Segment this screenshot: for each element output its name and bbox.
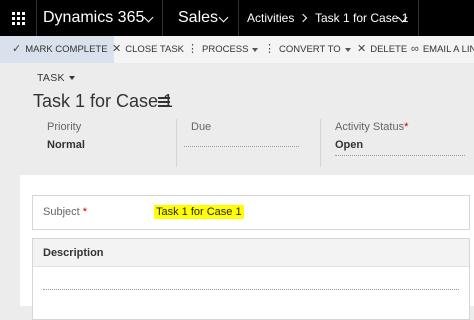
chevron-down-icon[interactable] [218,12,229,23]
subject-label: Subject * [43,206,87,218]
description-section: Description [32,238,470,320]
subject-field[interactable]: Task 1 for Case 1 [154,205,244,219]
priority-label: Priority [47,121,82,133]
close-task-button[interactable]: ✕ CLOSE TASK [112,36,184,63]
status-underline [335,155,465,156]
link-icon: ∞ [411,43,419,55]
delete-button[interactable]: ✕ DELETE [357,36,407,63]
required-indicator: * [82,206,88,218]
convert-to-button[interactable]: ⋮ CONVERT TO [264,36,351,63]
delete-label: DELETE [370,44,408,55]
email-link-button[interactable]: ∞ EMAIL A LIN [411,36,474,63]
record-title: Task 1 for Case 1 [33,91,174,111]
app-launcher-icon[interactable] [0,0,36,36]
checkmark-icon: ✓ [12,43,22,55]
required-indicator: * [404,121,409,133]
record-header: TASK Task 1 for Case 1 Priority Normal D… [0,63,474,175]
convert-to-label: CONVERT TO [279,44,341,55]
divider [418,0,419,36]
close-icon: ✕ [112,43,122,55]
chevron-down-icon [344,47,351,52]
close-task-label: CLOSE TASK [125,44,184,55]
convert-icon: ⋮ [264,43,275,55]
command-bar: ✓ MARK COMPLETE ✕ CLOSE TASK ⋮ PROCESS ⋮… [0,36,474,63]
breadcrumb-activities[interactable]: Activities [247,0,294,36]
entity-type-label: TASK [37,72,65,84]
delete-icon: ✕ [357,43,367,55]
divider [176,119,177,167]
email-link-label: EMAIL A LIN [422,44,474,55]
description-label: Description [43,247,104,259]
activity-status-label: Activity Status* [335,121,408,133]
entity-type-selector[interactable]: TASK [37,72,75,84]
mark-complete-label: MARK COMPLETE [25,44,108,55]
mark-complete-button[interactable]: ✓ MARK COMPLETE [0,36,114,63]
divider [162,0,163,36]
app-name[interactable]: Dynamics 365 [43,0,144,36]
module-sales[interactable]: Sales [178,0,218,36]
subject-label-text: Subject [43,206,80,218]
activity-status-value[interactable]: Open [335,139,363,151]
chevron-down-icon [252,47,259,52]
list-icon[interactable] [158,97,170,107]
chevron-down-icon [68,76,75,81]
divider [320,119,321,167]
process-label: PROCESS [202,44,249,55]
form-body: Subject * Task 1 for Case 1 Description [20,175,474,320]
subject-section: Subject * Task 1 for Case 1 [32,195,470,230]
chevron-down-icon[interactable] [143,12,154,23]
process-button[interactable]: ⋮ PROCESS [187,36,259,63]
due-field[interactable] [184,146,299,147]
divider [238,0,239,36]
top-nav-bar: Dynamics 365 Sales Activities Task 1 for… [0,0,474,36]
priority-value[interactable]: Normal [47,139,85,151]
chevron-right-icon [298,13,308,23]
activity-status-text: Activity Status [335,121,405,133]
divider [36,0,37,36]
process-icon: ⋮ [187,43,198,55]
due-label: Due [191,121,212,133]
breadcrumb-record[interactable]: Task 1 for Case 1 [315,0,408,36]
description-header: Description [33,239,469,267]
description-field[interactable] [43,289,459,290]
